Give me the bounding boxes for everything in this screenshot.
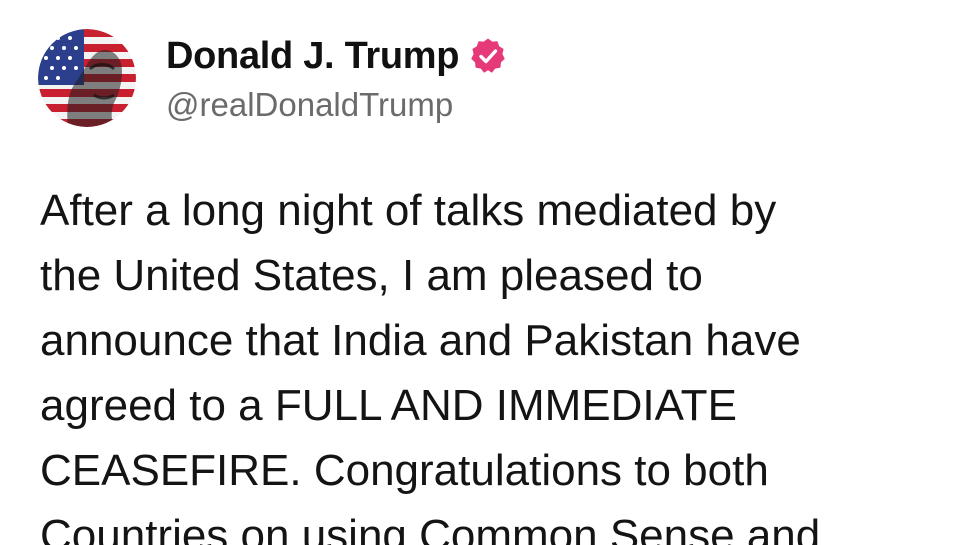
author-name-row: Donald J. Trump: [166, 30, 507, 82]
author-display-name[interactable]: Donald J. Trump: [166, 30, 460, 82]
post-body: After a long night of talks mediated by …: [40, 178, 940, 545]
post-text-line: CEASEFIRE. Congratulations to both: [40, 446, 769, 495]
author-avatar[interactable]: [38, 29, 136, 127]
flag-portrait-avatar-icon: [38, 29, 136, 127]
post-text-line: Countries on using Common Sense and: [40, 511, 821, 545]
author-handle[interactable]: @realDonaldTrump: [166, 84, 507, 126]
post-text-line: agreed to a FULL AND IMMEDIATE: [40, 381, 737, 430]
author-identity: Donald J. Trump @realDonaldTrump: [166, 30, 507, 126]
post-text-line: the United States, I am pleased to: [40, 251, 703, 300]
social-post: Donald J. Trump @realDonaldTrump After a…: [0, 0, 970, 545]
post-header: Donald J. Trump @realDonaldTrump: [38, 28, 507, 128]
post-text-line: After a long night of talks mediated by: [40, 186, 777, 235]
post-text-line: announce that India and Pakistan have: [40, 316, 801, 365]
verified-badge-icon: [469, 37, 507, 75]
